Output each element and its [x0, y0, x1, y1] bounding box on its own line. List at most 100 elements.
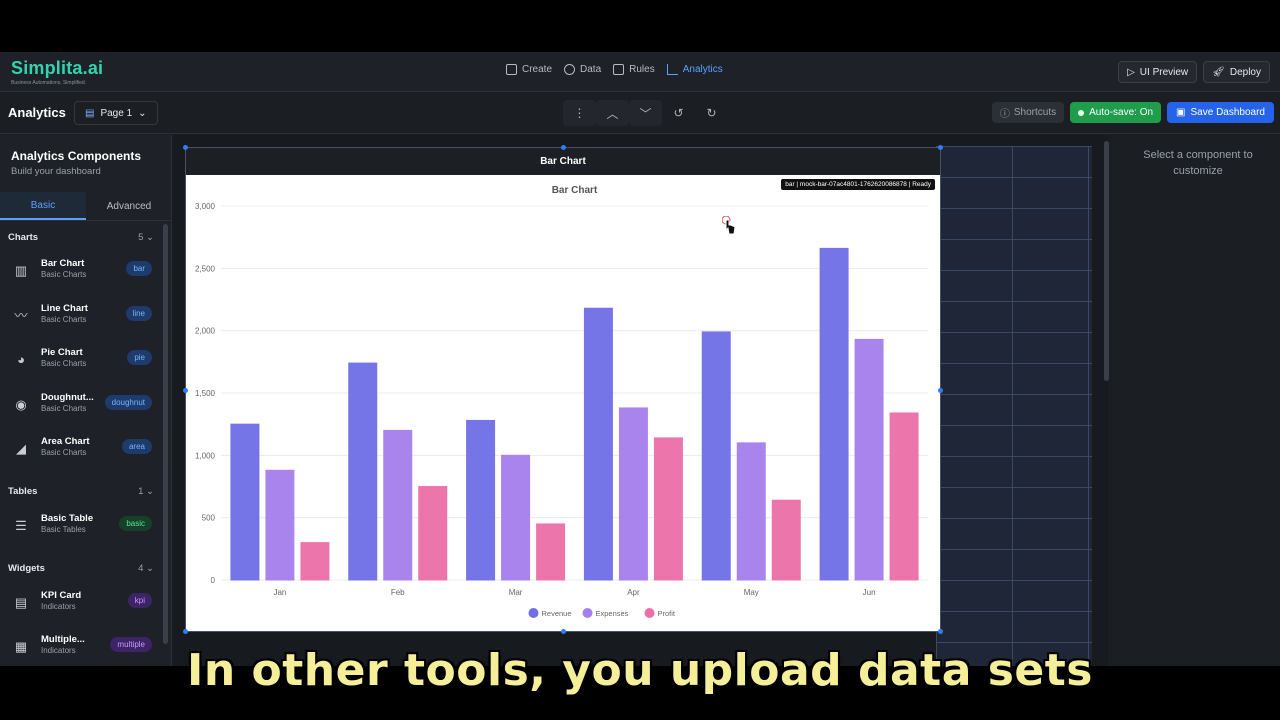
nav-data-label: Data — [580, 64, 602, 75]
canvas-grid — [936, 146, 1092, 666]
resize-handle-left[interactable] — [183, 388, 188, 393]
chevron-down-icon: ⌄ — [138, 107, 147, 119]
component-line-chart[interactable]: 〰 Line Chart Basic Charts line — [13, 303, 154, 339]
section-tables[interactable]: Tables 1 ⌄ — [8, 486, 154, 497]
page-icon: ▤ — [85, 107, 95, 119]
resize-handle-right[interactable] — [938, 388, 943, 393]
component-name: KPI Card — [41, 590, 82, 601]
component-name: Basic Table — [41, 513, 94, 524]
resize-handle-bottom-left[interactable] — [183, 629, 188, 634]
section-charts-label: Charts — [8, 232, 39, 243]
kpi-card-icon: ▤ — [14, 595, 28, 610]
y-tick-label: 2,000 — [195, 327, 216, 336]
bar-revenue-apr — [583, 307, 613, 581]
bar-expenses-may — [736, 442, 766, 581]
component-kpi-card[interactable]: ▤ KPI Card Indicators kpi — [13, 590, 154, 626]
autosave-toggle[interactable]: Auto-save: On — [1070, 102, 1162, 123]
legend-label-revenue: Revenue — [542, 609, 572, 618]
component-basic-table[interactable]: ☰ Basic Table Basic Tables basic — [13, 513, 154, 549]
redo-icon: ↻ — [706, 106, 717, 120]
x-tick-label: Jun — [863, 588, 876, 597]
nav-analytics[interactable]: Analytics — [666, 64, 723, 75]
component-category: Basic Tables — [41, 525, 86, 534]
deploy-button[interactable]: 🚀︎ Deploy — [1203, 61, 1270, 83]
undo-button[interactable]: ↺ — [662, 100, 695, 126]
move-down-button[interactable]: ﹀ — [629, 100, 662, 126]
table-icon: ☰ — [15, 518, 27, 533]
more-vertical-icon: ⋮ — [573, 106, 586, 120]
resize-handle-top-right[interactable] — [938, 145, 943, 150]
component-category: Basic Charts — [41, 270, 87, 279]
resize-handle-bottom-right[interactable] — [938, 629, 943, 634]
sidebar-scrollbar[interactable] — [163, 224, 168, 644]
section-widgets[interactable]: Widgets 4 ⌄ — [8, 563, 154, 574]
tab-advanced[interactable]: Advanced — [86, 192, 171, 220]
ui-preview-button[interactable]: ▷ UI Preview — [1118, 61, 1198, 83]
more-options-button[interactable]: ⋮ — [563, 100, 596, 126]
component-bar-chart[interactable]: ▥ Bar Chart Basic Charts bar — [13, 258, 154, 294]
tab-basic[interactable]: Basic — [0, 192, 86, 220]
component-badge: basic — [119, 516, 152, 531]
component-badge: line — [125, 306, 152, 321]
properties-placeholder: Select a component to customize — [1143, 149, 1253, 177]
legend-swatch-expenses — [582, 608, 593, 618]
sidebar-title: Analytics Components — [11, 149, 142, 163]
y-tick-label: 500 — [202, 514, 216, 523]
save-dashboard-label: Save Dashboard — [1190, 107, 1266, 118]
component-name: Bar Chart — [41, 258, 85, 269]
video-caption: In other tools, you upload data sets — [187, 645, 1093, 696]
component-area-chart[interactable]: ◢ Area Chart Basic Charts area — [13, 436, 154, 472]
x-tick-label: May — [744, 588, 759, 597]
resize-handle-bottom[interactable] — [561, 629, 566, 634]
nav-rules[interactable]: Rules — [613, 64, 655, 75]
bar-expenses-jun — [854, 338, 884, 581]
widget-header[interactable]: Bar Chart — [186, 148, 940, 175]
resize-handle-top-left[interactable] — [183, 145, 188, 150]
y-tick-label: 0 — [211, 576, 216, 585]
nav-analytics-label: Analytics — [682, 64, 723, 75]
redo-button[interactable]: ↻ — [695, 100, 728, 126]
doughnut-chart-icon: ◉ — [15, 397, 27, 412]
shortcuts-label: Shortcuts — [1013, 107, 1057, 118]
bar-revenue-jan — [230, 423, 260, 581]
legend-swatch-profit — [644, 608, 655, 618]
chevron-down-icon: ⌄ — [146, 563, 154, 574]
rules-icon — [613, 64, 625, 75]
play-icon: ▷ — [1127, 66, 1135, 78]
nav-data[interactable]: Data — [564, 64, 601, 75]
save-dashboard-button[interactable]: ▣ Save Dashboard — [1167, 102, 1274, 123]
bar-revenue-jun — [819, 247, 849, 581]
autosave-label: Auto-save: On — [1089, 107, 1154, 118]
bar-chart-widget[interactable]: Bar Chart bar | mock-bar-07ac4801-176262… — [183, 145, 943, 634]
logo-title: Simplita.ai — [11, 58, 104, 78]
pie-chart-icon: ◕ — [17, 352, 25, 367]
app-frame: Simplita.ai Business Automations, Simpli… — [0, 52, 1280, 666]
component-category: Basic Charts — [41, 404, 87, 413]
hand-cursor-icon — [722, 216, 736, 235]
nav-create-label: Create — [522, 64, 553, 75]
bar-expenses-feb — [383, 429, 413, 581]
rocket-icon: 🚀︎ — [1212, 66, 1225, 78]
component-pie-chart[interactable]: ◕ Pie Chart Basic Charts pie — [13, 347, 154, 383]
resize-handle-top[interactable] — [561, 145, 566, 150]
y-tick-label: 1,500 — [195, 389, 216, 398]
section-charts[interactable]: Charts 5 ⌄ — [8, 232, 154, 243]
chevron-down-icon: ⌄ — [146, 486, 154, 497]
component-name: Line Chart — [41, 303, 88, 314]
component-badge: kpi — [127, 593, 152, 608]
nav-rules-label: Rules — [629, 64, 655, 75]
page-selector[interactable]: ▤ Page 1 ⌄ — [74, 101, 158, 125]
bar-chart: Bar Chart 0 500 1,000 1,500 2,000 2,500 3,000 Ja… — [195, 185, 928, 618]
move-up-button[interactable]: ︿ — [596, 100, 629, 126]
bar-revenue-mar — [466, 419, 496, 581]
sidebar-subtitle: Build your dashboard — [11, 166, 101, 177]
canvas-scrollbar[interactable] — [1104, 141, 1109, 381]
x-tick-label: Jan — [273, 588, 286, 597]
bar-profit-jun — [889, 412, 919, 581]
nav-create[interactable]: Create — [506, 64, 552, 75]
logo[interactable]: Simplita.ai Business Automations, Simpli… — [11, 58, 103, 86]
edit-icon — [506, 64, 517, 75]
component-doughnut-chart[interactable]: ◉ Doughnut... Basic Charts doughnut — [13, 392, 154, 428]
components-sidebar: Analytics Components Build your dashboar… — [0, 135, 172, 666]
shortcuts-button[interactable]: ⓘ Shortcuts — [991, 102, 1065, 123]
